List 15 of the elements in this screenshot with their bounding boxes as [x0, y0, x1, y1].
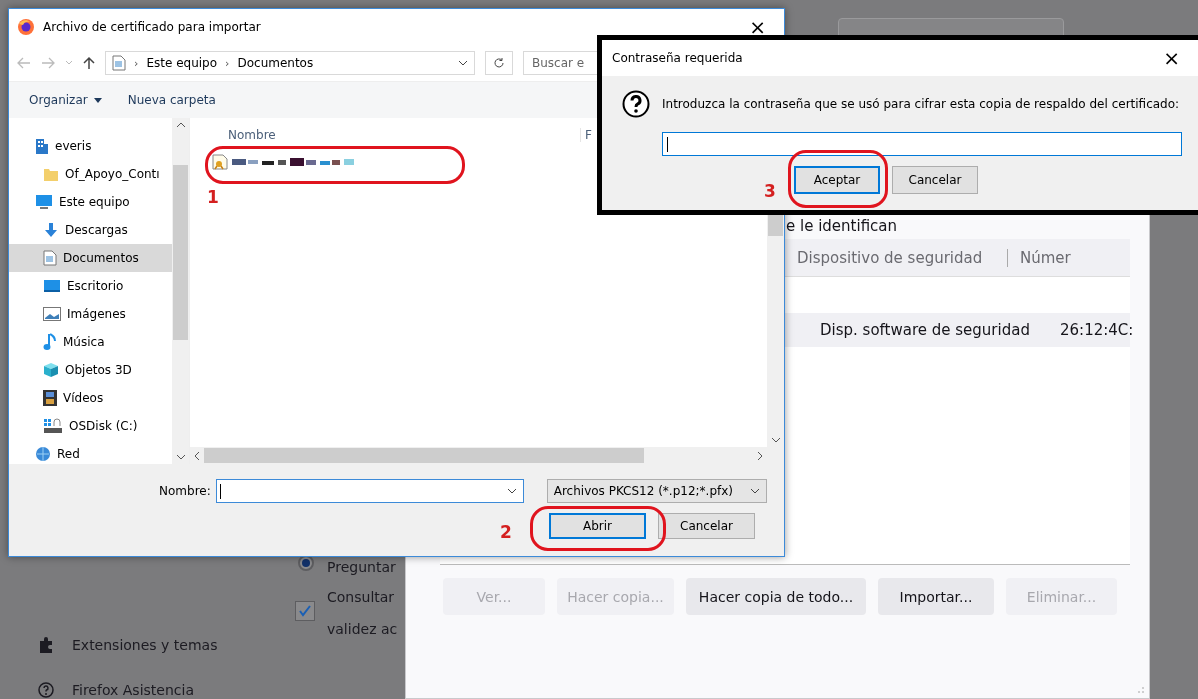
step-number: 1 [207, 187, 219, 207]
checkbox-label: Consultar [327, 589, 395, 605]
caption-text: e le identifican [786, 217, 898, 235]
table-cell: 26:12:4C: [1060, 321, 1130, 339]
breadcrumb-separator: › [134, 56, 139, 70]
breadcrumb-separator: › [225, 56, 230, 70]
step-number: 2 [500, 522, 512, 542]
checkbox-label: validez ac [327, 621, 398, 637]
table-cell-text: Disp. software de seguridad [820, 321, 1031, 339]
prompt-text: Introduzca la contraseña que se usó para cifrar esta copia de respaldo del certificado: [662, 97, 1181, 111]
filename-label: Nombre: [159, 484, 211, 498]
step-number: 3 [764, 181, 776, 201]
window-title: Contraseña requerida [612, 51, 744, 65]
window-title: Archivo de certificado para importar [43, 20, 262, 34]
radio-label: Preguntar [327, 559, 396, 575]
